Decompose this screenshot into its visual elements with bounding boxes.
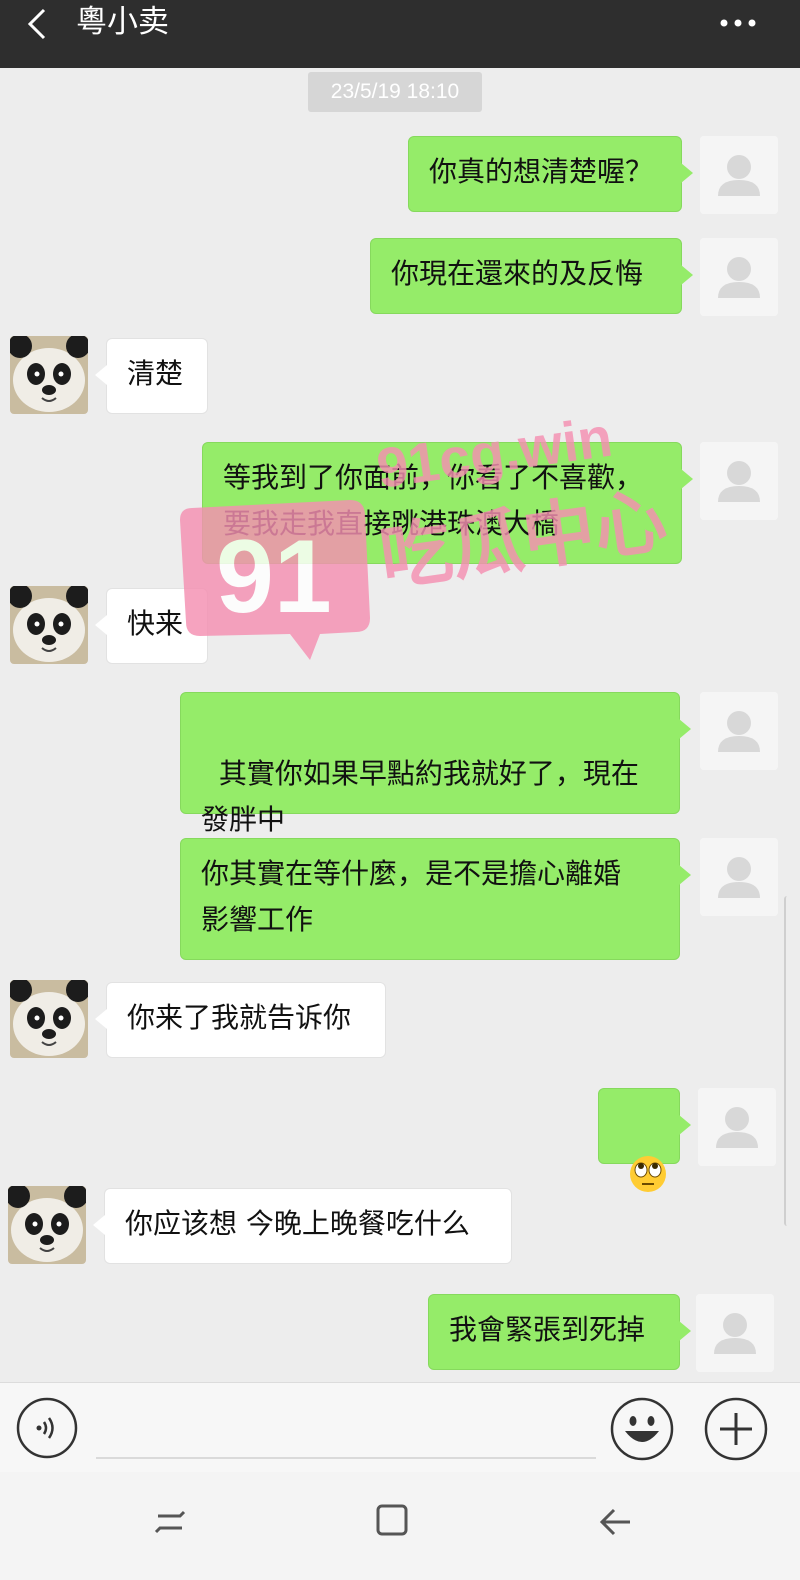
chat-title: 粵小卖 [76,4,169,40]
message-bubble-incoming[interactable]: 你来了我就告诉你 [95,982,386,1058]
arrow-back-icon [599,1508,630,1536]
voice-icon [16,1397,78,1459]
user-avatar[interactable] [696,1294,774,1372]
message-bubble-incoming[interactable]: 清楚 [95,338,208,414]
home-button[interactable] [372,1500,412,1540]
message-bubble-incoming[interactable]: 快来 [95,588,208,664]
default-avatar-icon [700,692,778,770]
user-avatar[interactable] [700,136,778,214]
contact-avatar[interactable] [10,586,88,664]
scrollbar[interactable] [784,896,790,1226]
message-bubble-outgoing[interactable]: 我會緊張到死掉 [428,1294,691,1370]
contact-avatar[interactable] [10,336,88,414]
message-input[interactable] [96,1397,596,1459]
default-avatar-icon [700,238,778,316]
system-back-button[interactable] [596,1502,636,1542]
user-avatar[interactable] [698,1088,776,1166]
message-bubble-outgoing[interactable]: 你其實在等什麼，是不是擔心離婚 影響工作 [180,838,691,960]
default-avatar-icon [700,136,778,214]
message-text: 其實你如果早點約我就好了，現在 發胖中 [201,757,639,836]
eye-roll-emoji [629,1156,666,1192]
default-avatar-icon [700,442,778,520]
user-avatar[interactable] [700,838,778,916]
system-nav-bar [0,1472,800,1580]
default-avatar-icon [696,1294,774,1372]
message-bubble-outgoing[interactable] [598,1088,691,1192]
plus-button[interactable] [704,1397,768,1461]
panda-avatar-icon [8,1186,86,1264]
default-avatar-icon [700,838,778,916]
panda-avatar-icon [10,980,88,1058]
contact-avatar[interactable] [10,980,88,1058]
emoji-face-icon [610,1397,674,1461]
recents-icon [154,1510,186,1534]
message-bubble-outgoing[interactable]: 其實你如果早點約我就好了，現在 發胖中 [180,692,691,883]
emoji-button[interactable] [610,1397,674,1461]
recents-button[interactable] [150,1502,190,1542]
panda-avatar-icon [10,586,88,664]
message-bubble-outgoing[interactable]: 等我到了你面前，你看了不喜歡， 要我走我直接跳港珠澳大橋 [202,442,693,564]
panda-avatar-icon [10,336,88,414]
contact-avatar[interactable] [8,1186,86,1264]
voice-button[interactable] [16,1397,78,1459]
message-bubble-incoming[interactable]: 你应该想 今晚上晚餐吃什么 [93,1188,512,1264]
plus-icon [704,1397,768,1461]
home-square-icon [376,1504,408,1536]
chevron-left-icon [27,8,46,40]
more-button[interactable] [716,8,760,38]
message-bubble-outgoing[interactable]: 你真的想清楚喔？ [408,136,693,212]
user-avatar[interactable] [700,238,778,316]
more-dots-icon [720,19,756,27]
default-avatar-icon [698,1088,776,1166]
user-avatar[interactable] [700,692,778,770]
message-bubble-outgoing[interactable]: 你現在還來的及反悔 [370,238,693,314]
chat-input-bar [0,1382,800,1472]
message-timestamp: 23/5/19 18:10 [308,72,482,112]
chat-header: 粵小卖 [0,0,800,68]
user-avatar[interactable] [700,442,778,520]
back-button[interactable] [22,6,56,40]
